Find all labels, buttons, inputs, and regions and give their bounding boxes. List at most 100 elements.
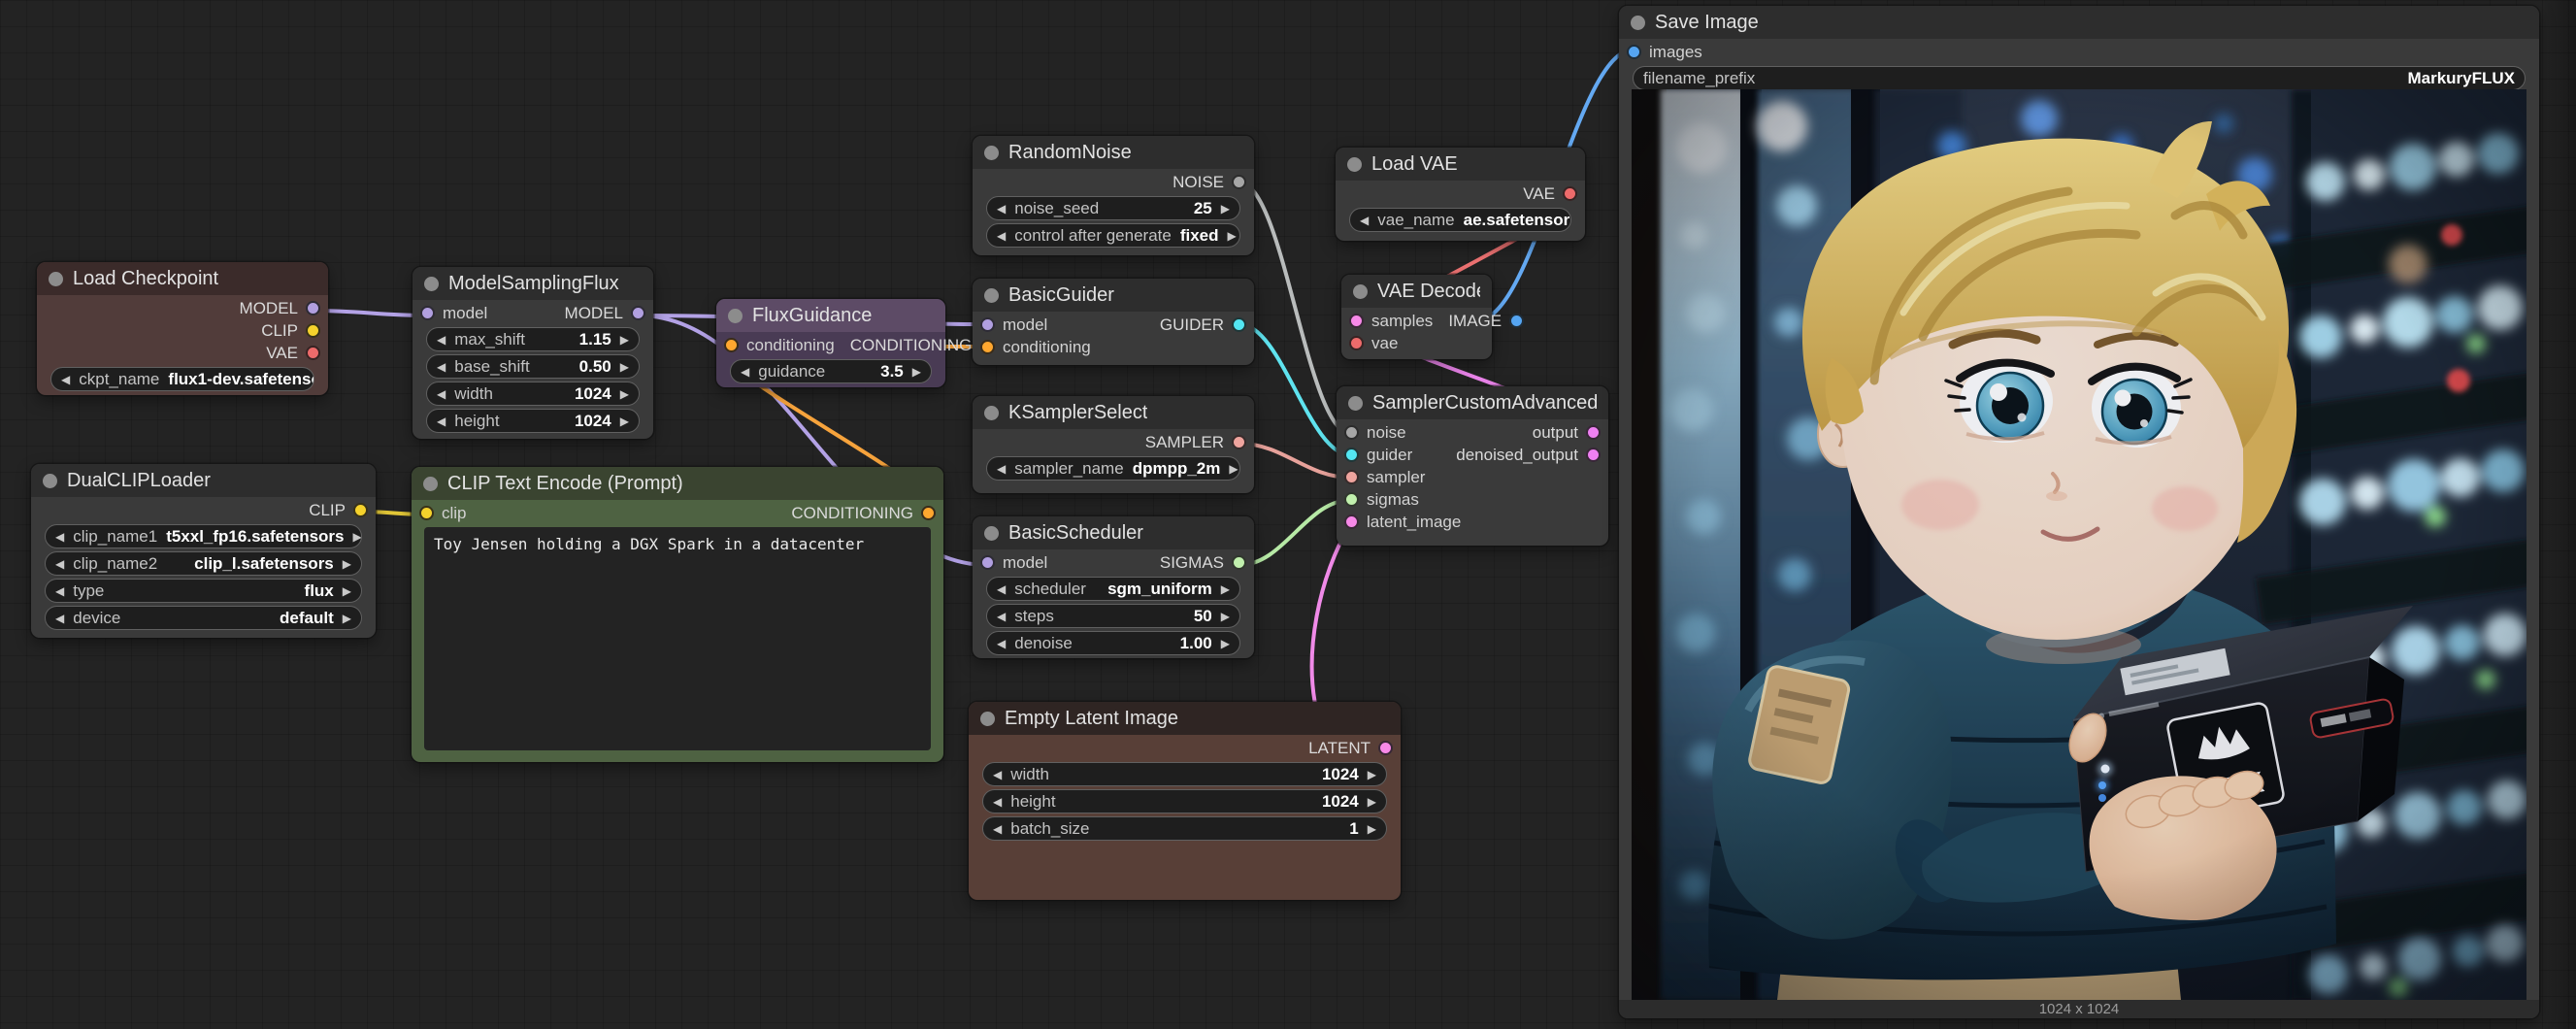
- widget-device[interactable]: ◀devicedefault▶: [45, 606, 362, 630]
- arrow-left-icon[interactable]: ◀: [997, 229, 1006, 243]
- input-port-sigmas[interactable]: sigmas: [1337, 488, 1608, 511]
- port-row-model[interactable]: modelGUIDER: [973, 314, 1254, 336]
- widget-width[interactable]: ◀width1024▶: [982, 762, 1387, 786]
- node-header[interactable]: FluxGuidance: [716, 299, 945, 332]
- port-dot-clip[interactable]: [353, 503, 368, 517]
- output-port-vae[interactable]: VAE: [37, 342, 328, 364]
- output-port-vae[interactable]: VAE: [1336, 183, 1585, 205]
- node-basic-scheduler[interactable]: BasicScheduler modelSIGMAS ◀schedulersgm…: [973, 516, 1254, 658]
- widget-height[interactable]: ◀height1024▶: [426, 409, 640, 433]
- collapse-dot-icon[interactable]: [984, 288, 999, 303]
- arrow-left-icon[interactable]: ◀: [997, 462, 1006, 476]
- node-header[interactable]: Load VAE: [1336, 148, 1585, 181]
- port-dot-sampler-in[interactable]: [1344, 470, 1359, 484]
- port-dot-vae-in[interactable]: [1349, 336, 1364, 350]
- arrow-left-icon[interactable]: ◀: [997, 637, 1006, 650]
- port-dot-latent[interactable]: [1378, 741, 1393, 755]
- port-row-model[interactable]: modelSIGMAS: [973, 551, 1254, 574]
- collapse-dot-icon[interactable]: [984, 526, 999, 541]
- port-dot-images-in[interactable]: [1627, 45, 1641, 59]
- node-clip-text-encode[interactable]: CLIP Text Encode (Prompt) clipCONDITIONI…: [412, 467, 943, 762]
- collapse-dot-icon[interactable]: [1353, 284, 1368, 299]
- widget-sampler-name[interactable]: ◀sampler_namedpmpp_2m▶: [986, 456, 1240, 481]
- port-dot-guider-in[interactable]: [1344, 448, 1359, 462]
- arrow-right-icon[interactable]: ▶: [620, 333, 629, 347]
- node-header[interactable]: Load Checkpoint: [37, 262, 328, 295]
- node-load-checkpoint[interactable]: Load Checkpoint MODEL CLIP VAE ◀ckpt_nam…: [37, 262, 328, 395]
- port-dot-model-in[interactable]: [980, 317, 995, 332]
- widget-filename-prefix[interactable]: filename_prefixMarkuryFLUX: [1633, 66, 2526, 90]
- node-graph-canvas[interactable]: Load Checkpoint MODEL CLIP VAE ◀ckpt_nam…: [0, 0, 2576, 1029]
- input-port-sampler[interactable]: sampler: [1337, 466, 1608, 488]
- node-header[interactable]: Empty Latent Image: [969, 702, 1401, 735]
- widget-batch-size[interactable]: ◀batch_size1▶: [982, 816, 1387, 841]
- arrow-left-icon[interactable]: ◀: [437, 387, 446, 401]
- arrow-left-icon[interactable]: ◀: [997, 202, 1006, 216]
- arrow-right-icon[interactable]: ▶: [343, 612, 351, 625]
- widget-denoise[interactable]: ◀denoise1.00▶: [986, 631, 1240, 655]
- arrow-left-icon[interactable]: ◀: [55, 530, 64, 544]
- port-dot-clip-in[interactable]: [419, 506, 434, 520]
- output-port-clip[interactable]: CLIP: [31, 499, 376, 521]
- input-port-vae[interactable]: vae: [1341, 332, 1492, 354]
- widget-clip-name1[interactable]: ◀clip_name1t5xxl_fp16.safetensors▶: [45, 524, 362, 548]
- port-dot-vae[interactable]: [1563, 186, 1577, 201]
- input-port-latent-image[interactable]: latent_image: [1337, 511, 1608, 533]
- arrow-left-icon[interactable]: ◀: [1360, 214, 1369, 227]
- widget-type[interactable]: ◀typeflux▶: [45, 579, 362, 603]
- node-header[interactable]: KSamplerSelect: [973, 396, 1254, 429]
- collapse-dot-icon[interactable]: [980, 712, 995, 726]
- arrow-left-icon[interactable]: ◀: [993, 768, 1002, 781]
- port-dot-sigmas-out[interactable]: [1232, 555, 1246, 570]
- node-load-vae[interactable]: Load VAE VAE ◀vae_nameae.safetensors▶: [1336, 148, 1585, 241]
- collapse-dot-icon[interactable]: [984, 406, 999, 420]
- node-save-image[interactable]: Save Image images filename_prefixMarkury…: [1619, 6, 2539, 1018]
- collapse-dot-icon[interactable]: [1347, 157, 1362, 172]
- arrow-right-icon[interactable]: ▶: [1368, 822, 1376, 836]
- port-row-samples[interactable]: samplesIMAGE: [1341, 310, 1492, 332]
- port-row-clip[interactable]: clipCONDITIONING: [412, 502, 943, 524]
- prompt-textarea[interactable]: Toy Jensen holding a DGX Spark in a data…: [424, 527, 931, 750]
- widget-base-shift[interactable]: ◀base_shift0.50▶: [426, 354, 640, 379]
- node-header[interactable]: BasicScheduler: [973, 516, 1254, 549]
- collapse-dot-icon[interactable]: [1348, 396, 1363, 411]
- arrow-left-icon[interactable]: ◀: [437, 415, 446, 428]
- arrow-right-icon[interactable]: ▶: [1229, 462, 1238, 476]
- port-row-model[interactable]: modelMODEL: [413, 302, 653, 324]
- arrow-left-icon[interactable]: ◀: [993, 822, 1002, 836]
- arrow-right-icon[interactable]: ▶: [1221, 610, 1230, 623]
- node-dual-clip-loader[interactable]: DualCLIPLoader CLIP ◀clip_name1t5xxl_fp1…: [31, 464, 376, 638]
- arrow-right-icon[interactable]: ▶: [1368, 768, 1376, 781]
- node-basic-guider[interactable]: BasicGuider modelGUIDER conditioning: [973, 279, 1254, 365]
- collapse-dot-icon[interactable]: [984, 146, 999, 160]
- port-dot-samples-in[interactable]: [1349, 314, 1364, 328]
- widget-width[interactable]: ◀width1024▶: [426, 382, 640, 406]
- collapse-dot-icon[interactable]: [43, 474, 57, 488]
- collapse-dot-icon[interactable]: [424, 277, 439, 291]
- arrow-right-icon[interactable]: ▶: [620, 415, 629, 428]
- port-dot-clip[interactable]: [306, 323, 320, 338]
- widget-height[interactable]: ◀height1024▶: [982, 789, 1387, 813]
- arrow-right-icon[interactable]: ▶: [343, 584, 351, 598]
- widget-control-after-generate[interactable]: ◀control after generatefixed▶: [986, 223, 1240, 248]
- arrow-right-icon[interactable]: ▶: [343, 557, 351, 571]
- widget-noise-seed[interactable]: ◀noise_seed25▶: [986, 196, 1240, 220]
- arrow-left-icon[interactable]: ◀: [55, 612, 64, 625]
- port-dot-model-in[interactable]: [420, 306, 435, 320]
- output-port-latent[interactable]: LATENT: [969, 737, 1401, 759]
- input-port-conditioning[interactable]: conditioning: [973, 336, 1254, 358]
- node-header[interactable]: BasicGuider: [973, 279, 1254, 312]
- arrow-right-icon[interactable]: ▶: [1221, 202, 1230, 216]
- widget-guidance[interactable]: ◀guidance3.5▶: [730, 359, 932, 383]
- arrow-left-icon[interactable]: ◀: [55, 584, 64, 598]
- port-dot-model-out[interactable]: [631, 306, 645, 320]
- node-flux-guidance[interactable]: FluxGuidance conditioningCONDITIONING ◀g…: [716, 299, 945, 387]
- port-dot-conditioning-out[interactable]: [921, 506, 936, 520]
- collapse-dot-icon[interactable]: [49, 272, 63, 286]
- output-port-model[interactable]: MODEL: [37, 297, 328, 319]
- output-port-sampler[interactable]: SAMPLER: [973, 431, 1254, 453]
- node-header[interactable]: Save Image: [1619, 6, 2539, 39]
- port-dot-sigmas-in[interactable]: [1344, 492, 1359, 507]
- node-vae-decode[interactable]: VAE Decode samplesIMAGE vae: [1341, 275, 1492, 359]
- arrow-right-icon[interactable]: ▶: [620, 387, 629, 401]
